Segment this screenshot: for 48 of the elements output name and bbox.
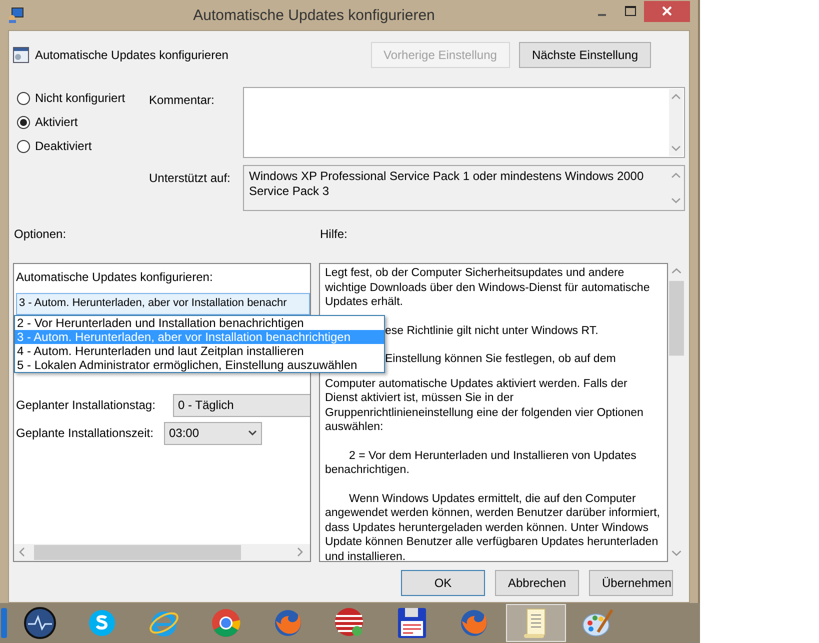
dialog-button[interactable]: Übernehmen xyxy=(589,570,673,596)
maximize-icon xyxy=(624,6,636,16)
striped-globe-icon xyxy=(334,607,366,639)
dropdown-option[interactable]: 5 - Lokalen Administrator ermöglichen, Einstellung auszuwählen xyxy=(15,358,384,372)
browser-wheel-icon xyxy=(211,608,241,638)
radio-label: Nicht konfiguriert xyxy=(35,91,126,105)
dialog-button[interactable]: OK xyxy=(401,570,485,596)
paint-palette-icon xyxy=(582,608,614,638)
option-label: Geplante Installationszeit: xyxy=(16,426,154,440)
help-paragraph: Legt fest, ob der Computer Sicherheitsupdates und andere wichtige Downloads über den Windows-Dienst für automatische Updates erhält. xyxy=(325,266,651,310)
radio-button[interactable] xyxy=(17,116,30,128)
mode-dropdown[interactable]: 3 - Autom. Herunterladen, aber vor Installation benachr xyxy=(16,293,310,315)
policy-icon xyxy=(13,47,29,63)
dropdown-option[interactable]: 2 - Vor Herunterladen und Installation benachrichtigen xyxy=(15,316,384,330)
help-paragraph: 2 = Vor dem Herunterladen und Installieren von Updates benachrichtigen. xyxy=(325,448,638,478)
supported-label: Unterstützt auf: xyxy=(149,170,232,187)
dialog-button[interactable]: Abbrechen xyxy=(495,570,579,596)
help-paragraph: Computer automatische Updates aktiviert werden. Falls der Dienst aktiviert ist, müssen Sie in der Gruppenrichtlinieneinstellung eine der folgenden vier Optionen auswählen: xyxy=(325,376,644,434)
help-heading: Hilfe: xyxy=(319,227,348,241)
radio-button[interactable] xyxy=(17,92,30,104)
radio-button[interactable] xyxy=(17,140,30,152)
computer-icon xyxy=(8,7,24,23)
options-heading: Optionen: xyxy=(13,227,68,241)
radio-label: Aktiviert xyxy=(35,115,78,129)
supported-text: Windows XP Professional Service Pack 1 oder mindestens Windows 2000 Service Pack 3 xyxy=(248,168,645,200)
pulse-icon xyxy=(24,607,56,639)
option-label: Geplanter Installationstag: xyxy=(16,398,156,412)
scrollbar[interactable] xyxy=(668,88,684,157)
minimize-icon xyxy=(598,14,606,16)
option-dropdown[interactable]: 0 - Täglich xyxy=(173,394,310,416)
comment-label: Kommentar: xyxy=(149,92,216,109)
close-button[interactable] xyxy=(644,0,690,22)
fox-globe-icon xyxy=(459,608,489,638)
scrollbar[interactable] xyxy=(14,544,310,561)
dropdown-option[interactable]: 4 - Autom. Herunterladen und laut Zeitplan installieren xyxy=(15,344,384,358)
comment-field[interactable] xyxy=(243,87,685,158)
chevron-down-icon xyxy=(248,430,257,436)
window-title: Automatische Updates konfigurieren xyxy=(192,6,436,24)
radio-label: Deaktiviert xyxy=(35,139,92,153)
help-paragraph: Wenn Windows Updates ermittelt, die auf den Computer angewendet werden können, werden Benutzer darüber informiert, dass Updates heruntergeladen werden können. Unter Windows Update können Benutzer alle verfügbaren Updates herunterladen und installieren. xyxy=(325,492,661,561)
fox-globe-icon xyxy=(273,608,303,638)
mode-label: Automatische Updates konfigurieren: xyxy=(16,270,214,284)
next-setting-button[interactable]: Nächste Einstellung xyxy=(518,42,651,68)
setting-title: Automatische Updates konfigurieren xyxy=(35,48,228,62)
chat-icon xyxy=(87,608,117,638)
option-dropdown[interactable]: 03:00 xyxy=(164,422,262,444)
close-icon xyxy=(662,6,672,16)
app-icon xyxy=(1,608,7,638)
